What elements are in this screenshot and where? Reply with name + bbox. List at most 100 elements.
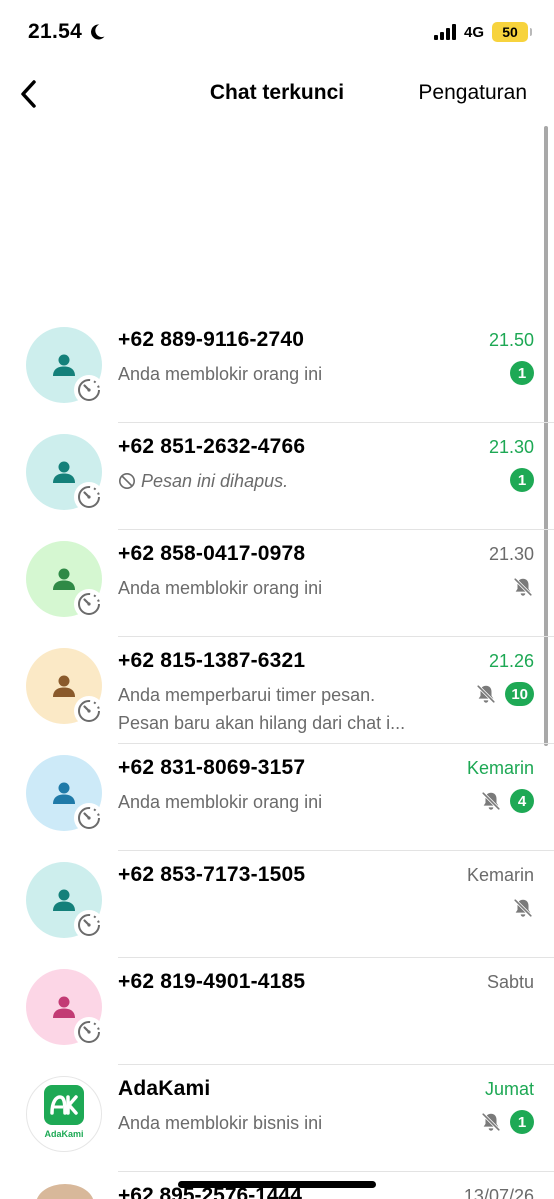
timer-badge xyxy=(74,1017,104,1047)
chat-preview: Anda memblokir bisnis ini xyxy=(118,1113,323,1133)
avatar xyxy=(26,327,104,405)
chat-row[interactable]: +62 831-8069-3157 Anda memblokir orang in… xyxy=(0,744,554,851)
avatar xyxy=(26,969,104,1047)
timer-badge xyxy=(74,375,104,405)
chat-meta: 4 xyxy=(480,788,534,814)
clock-text: 21.54 xyxy=(28,20,83,43)
battery-icon: 50 xyxy=(492,22,532,42)
chat-preview: Anda memperbarui timer pesan. Pesan baru … xyxy=(118,681,458,737)
disappearing-timer-icon xyxy=(78,914,100,936)
disappearing-timer-icon xyxy=(78,593,100,615)
chevron-left-icon xyxy=(21,80,36,108)
chat-preview: Anda memblokir orang ini xyxy=(118,364,323,384)
muted-bell-icon xyxy=(481,791,501,811)
disappearing-timer-icon xyxy=(78,807,100,829)
back-button[interactable] xyxy=(14,76,44,112)
muted-bell-icon xyxy=(513,577,533,597)
person-icon xyxy=(53,568,75,590)
muted-bell-icon xyxy=(513,898,533,918)
chat-name: AdaKami xyxy=(118,1077,211,1100)
disappearing-timer-icon xyxy=(78,1021,100,1043)
chat-name: +62 858-0417-0978 xyxy=(118,542,306,565)
avatar xyxy=(26,434,104,512)
chat-row[interactable]: +62 889-9116-2740 Anda memblokir orang in… xyxy=(0,316,554,423)
chat-preview-text: Pesan ini dihapus. xyxy=(141,471,289,491)
chat-name: +62 815-1387-6321 xyxy=(118,649,306,672)
chat-preview-line1: Anda memperbarui timer pesan. xyxy=(118,685,376,705)
chat-time: 21.26 xyxy=(488,651,534,671)
muted-bell-icon xyxy=(481,1112,501,1132)
chat-meta: 1 xyxy=(510,360,534,386)
avatar xyxy=(26,755,104,833)
timer-badge xyxy=(74,589,104,619)
chat-row[interactable]: +62 815-1387-6321 Anda memperbarui timer … xyxy=(0,637,554,744)
chat-meta: 10 xyxy=(475,681,534,707)
unread-badge: 4 xyxy=(510,789,534,813)
chat-meta xyxy=(512,574,534,600)
chat-row[interactable]: +62 858-0417-0978 Anda memblokir orang in… xyxy=(0,530,554,637)
timer-badge xyxy=(74,910,104,940)
deleted-message-icon xyxy=(119,473,135,489)
person-icon xyxy=(53,782,75,804)
timer-badge xyxy=(74,482,104,512)
chat-name: +62 853-7173-1505 xyxy=(118,863,306,886)
muted-bell-icon xyxy=(476,684,496,704)
chat-time: 21.30 xyxy=(488,544,534,564)
unread-badge: 1 xyxy=(510,468,534,492)
chat-row[interactable]: AdaKami AdaKami Anda memblokir bisnis ini J… xyxy=(0,1065,554,1172)
disappearing-timer-icon xyxy=(78,700,100,722)
page-title-text: Chat terkunci xyxy=(209,81,345,104)
unread-badge: 1 xyxy=(510,1110,534,1134)
person-icon xyxy=(53,354,75,376)
chat-time: 21.50 xyxy=(488,330,534,350)
chat-preview: Anda memblokir orang ini xyxy=(118,792,323,812)
timer-badge xyxy=(74,803,104,833)
avatar xyxy=(26,541,104,619)
chat-time: Jumat xyxy=(484,1079,534,1099)
avatar xyxy=(36,1184,94,1199)
chat-name: +62 831-8069-3157 xyxy=(118,756,306,779)
unread-badge: 10 xyxy=(505,682,534,706)
cellular-signal-icon xyxy=(433,24,456,40)
chat-row[interactable]: +62 819-4901-4185 Sabtu xyxy=(0,958,554,1065)
chat-time: 21.30 xyxy=(488,437,534,457)
network-type: 4G xyxy=(463,23,484,41)
timer-badge xyxy=(74,696,104,726)
chat-name: +62 889-9116-2740 xyxy=(118,328,305,351)
status-indicators: 4G 50 xyxy=(433,22,532,42)
chat-row[interactable]: +62 853-7173-1505 Kemarin xyxy=(0,851,554,958)
disappearing-timer-icon xyxy=(78,379,100,401)
chat-list: +62 889-9116-2740 Anda memblokir orang in… xyxy=(0,316,554,1172)
chat-meta: 1 xyxy=(480,1109,534,1135)
person-icon xyxy=(53,889,75,911)
chat-preview-line2: Pesan baru akan hilang dari chat i... xyxy=(118,713,406,733)
chat-time: Sabtu xyxy=(486,972,534,992)
home-indicator[interactable] xyxy=(178,1181,376,1188)
nav-bar: Chat terkunci Pengaturan xyxy=(0,64,554,124)
chat-time: Kemarin xyxy=(466,758,534,778)
settings-button[interactable]: Pengaturan xyxy=(418,81,527,105)
adakami-logo-icon xyxy=(44,1085,84,1125)
battery-level: 50 xyxy=(502,24,518,40)
chat-name: +62 819-4901-4185 xyxy=(118,970,306,993)
disappearing-timer-icon xyxy=(78,486,100,508)
unread-badge: 1 xyxy=(510,361,534,385)
logo-text: AdaKami xyxy=(44,1129,84,1139)
person-icon xyxy=(53,996,75,1018)
chat-name: +62 851-2632-4766 xyxy=(118,435,306,458)
avatar xyxy=(26,648,104,726)
person-icon xyxy=(53,461,75,483)
chat-time: Kemarin xyxy=(466,865,534,885)
chat-meta xyxy=(512,895,534,921)
chat-row[interactable]: +62 851-2632-4766 Pesan ini dihapus. 21.30… xyxy=(0,423,554,530)
avatar xyxy=(26,862,104,940)
status-time: 21.54 xyxy=(28,20,106,44)
chat-preview: Pesan ini dihapus. xyxy=(118,467,463,495)
person-icon xyxy=(53,675,75,697)
avatar: AdaKami xyxy=(26,1076,102,1152)
chat-time: 13/07/26 xyxy=(463,1186,534,1199)
moon-icon xyxy=(91,24,105,40)
chat-preview: Anda memblokir orang ini xyxy=(118,578,323,598)
chat-meta: 1 xyxy=(510,467,534,493)
status-bar: 21.54 4G 50 xyxy=(0,0,554,64)
